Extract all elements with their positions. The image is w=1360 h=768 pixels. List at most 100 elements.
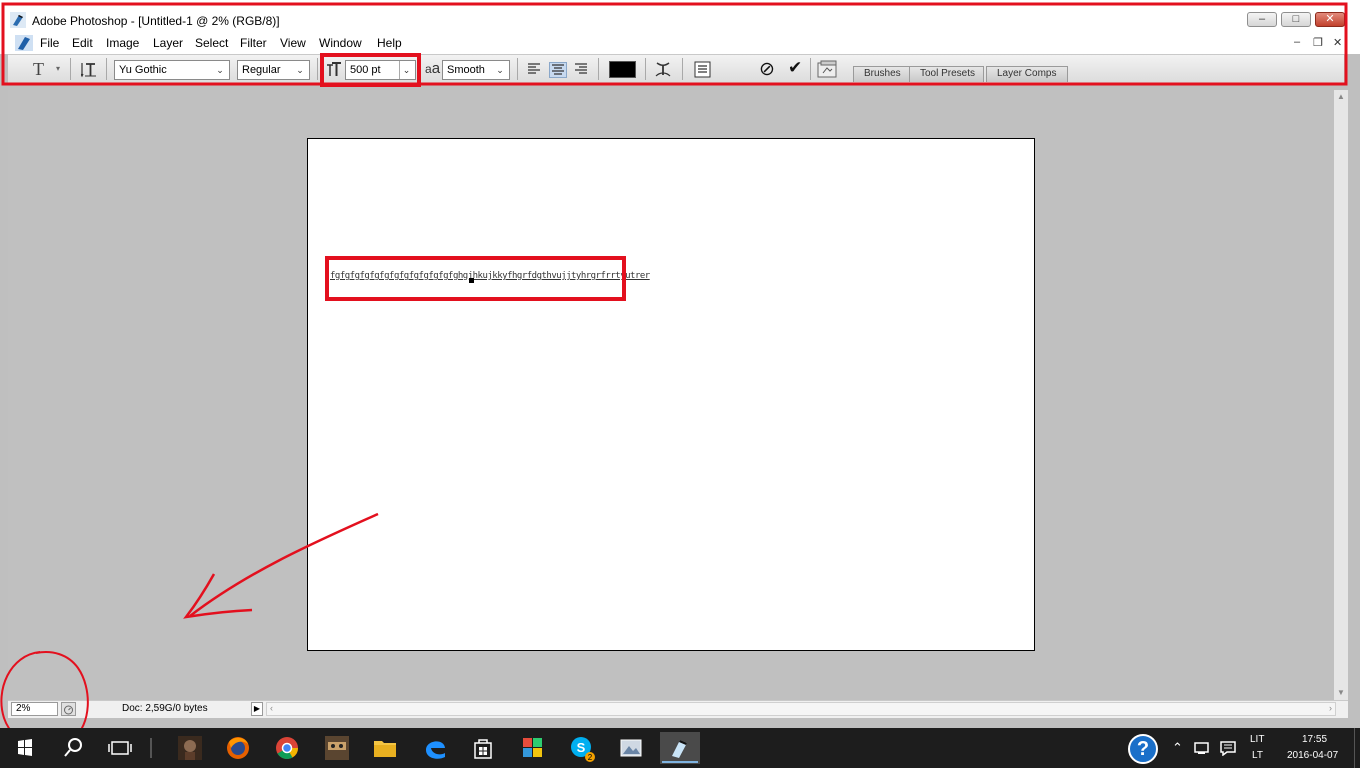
- svg-text:S: S: [577, 740, 586, 755]
- separator: [517, 58, 518, 80]
- font-size-select[interactable]: 500 pt ⌄: [345, 60, 416, 80]
- font-size-icon: [327, 62, 341, 76]
- font-style-value: Regular: [242, 64, 281, 76]
- menu-file[interactable]: File: [40, 36, 59, 50]
- type-tool-icon[interactable]: T: [33, 59, 44, 80]
- tool-preset-chevron-icon[interactable]: ▾: [56, 64, 60, 73]
- language-indicator[interactable]: LIT: [1250, 734, 1264, 745]
- panel-tab-tool-presets[interactable]: Tool Presets: [909, 66, 985, 82]
- scroll-up-icon[interactable]: ▲: [1337, 92, 1345, 101]
- firefox-icon[interactable]: [223, 732, 253, 764]
- text-cursor: [469, 278, 474, 283]
- font-family-select[interactable]: Yu Gothic ⌄: [114, 60, 230, 80]
- zoom-level-field[interactable]: 2%: [11, 702, 58, 716]
- windows-start-icon[interactable]: [10, 732, 40, 764]
- align-center-icon: [552, 64, 564, 75]
- edge-icon[interactable]: [420, 732, 450, 764]
- tray-chevron-up-icon[interactable]: ⌃: [1172, 740, 1183, 756]
- scroll-left-icon[interactable]: ‹: [270, 703, 273, 713]
- panel-tab-brushes[interactable]: Brushes: [853, 66, 910, 82]
- font-style-select[interactable]: Regular ⌄: [237, 60, 310, 80]
- close-button[interactable]: ✕: [1315, 12, 1345, 27]
- vertical-scrollbar[interactable]: ▲ ▼: [1334, 90, 1348, 702]
- clock-date[interactable]: 2016-04-07: [1287, 750, 1338, 761]
- align-right-icon: [575, 63, 587, 74]
- photoshop-app: Adobe Photoshop - [Untitled-1 @ 2% (RGB/…: [0, 0, 1360, 768]
- menu-layer[interactable]: Layer: [153, 36, 183, 50]
- panel-tab-label: Tool Presets: [920, 68, 976, 79]
- doc-minimize-button[interactable]: –: [1294, 36, 1300, 48]
- file-explorer-icon[interactable]: [370, 732, 400, 764]
- photoshop-app-icon: [10, 12, 26, 28]
- keyboard-layout-indicator[interactable]: LT: [1252, 750, 1263, 761]
- menu-window[interactable]: Window: [319, 36, 362, 50]
- align-right-button[interactable]: [573, 62, 591, 78]
- game-app-icon[interactable]: [175, 732, 205, 764]
- separator: [317, 58, 318, 80]
- photoshop-taskbar-icon[interactable]: [660, 732, 700, 764]
- help-icon[interactable]: ?: [1128, 734, 1158, 764]
- separator: [810, 58, 811, 80]
- task-view-icon[interactable]: [105, 732, 135, 764]
- status-menu-arrow[interactable]: ▶: [251, 702, 263, 716]
- separator: [598, 58, 599, 80]
- zoom-menu-button[interactable]: [61, 702, 76, 716]
- text-orientation-icon[interactable]: [81, 61, 97, 78]
- panel-well-icon[interactable]: [817, 60, 839, 79]
- chrome-icon[interactable]: [272, 732, 302, 764]
- window-title: Adobe Photoshop - [Untitled-1 @ 2% (RGB/…: [32, 14, 280, 28]
- separator: [682, 58, 683, 80]
- chevron-down-icon: ⌄: [399, 61, 413, 79]
- chevron-down-icon: ⌄: [296, 65, 304, 75]
- commit-edits-icon[interactable]: ✔: [788, 58, 802, 78]
- restore-button[interactable]: □: [1281, 12, 1311, 27]
- chevron-down-icon: ⌄: [496, 65, 504, 75]
- doc-restore-button[interactable]: ❐: [1313, 36, 1323, 49]
- menu-filter[interactable]: Filter: [240, 36, 267, 50]
- panel-tab-label: Layer Comps: [997, 68, 1057, 79]
- document-canvas[interactable]: [307, 138, 1035, 651]
- chevron-down-icon: ⌄: [216, 65, 224, 75]
- scroll-down-icon[interactable]: ▼: [1337, 688, 1345, 697]
- font-family-value: Yu Gothic: [119, 64, 167, 76]
- align-left-icon: [528, 63, 540, 74]
- warp-text-icon[interactable]: [654, 60, 672, 79]
- align-center-button[interactable]: [549, 62, 567, 78]
- cancel-edits-icon[interactable]: ⊘: [759, 58, 775, 81]
- store-icon[interactable]: [468, 732, 498, 764]
- menu-edit[interactable]: Edit: [72, 36, 93, 50]
- photos-app-icon[interactable]: [616, 732, 646, 764]
- menu-help[interactable]: Help: [377, 36, 402, 50]
- game2-app-icon[interactable]: [322, 732, 352, 764]
- separator: [645, 58, 646, 80]
- menu-image[interactable]: Image: [106, 36, 139, 50]
- horizontal-scrollbar[interactable]: ‹ ›: [266, 702, 1336, 716]
- scroll-right-icon[interactable]: ›: [1329, 703, 1332, 713]
- colorful-app-icon[interactable]: [518, 732, 548, 764]
- skype-badge-count: 2: [588, 753, 593, 762]
- minimize-button[interactable]: –: [1247, 12, 1277, 27]
- align-left-button[interactable]: [526, 62, 544, 78]
- show-desktop-button[interactable]: [1354, 728, 1360, 768]
- text-layer-content[interactable]: fgfgfgfgfgfgfgfgfgfgfgfgfghgjhkujkkyfhgr…: [330, 271, 650, 281]
- panel-tab-layer-comps[interactable]: Layer Comps: [986, 66, 1068, 82]
- font-size-value: 500 pt: [350, 64, 381, 76]
- notification-icon[interactable]: [1219, 740, 1237, 756]
- photoshop-doc-icon[interactable]: [15, 35, 33, 51]
- separator: [106, 58, 107, 80]
- network-icon[interactable]: [1193, 740, 1213, 756]
- antialias-icon: aa: [425, 60, 440, 77]
- title-bar: Adobe Photoshop - [Untitled-1 @ 2% (RGB/…: [0, 0, 1360, 32]
- character-paragraph-panel-icon[interactable]: [694, 61, 711, 78]
- text-color-swatch[interactable]: [609, 61, 636, 78]
- zoom-dial-icon: [64, 705, 73, 715]
- clock-time[interactable]: 17:55: [1302, 734, 1327, 745]
- skype-icon[interactable]: S 2: [567, 732, 597, 764]
- menu-view[interactable]: View: [280, 36, 306, 50]
- menu-select[interactable]: Select: [195, 36, 228, 50]
- search-icon[interactable]: [58, 732, 88, 764]
- separator: [70, 58, 71, 80]
- taskbar-divider: [150, 738, 152, 758]
- antialias-select[interactable]: Smooth ⌄: [442, 60, 510, 80]
- doc-close-button[interactable]: ✕: [1333, 36, 1342, 49]
